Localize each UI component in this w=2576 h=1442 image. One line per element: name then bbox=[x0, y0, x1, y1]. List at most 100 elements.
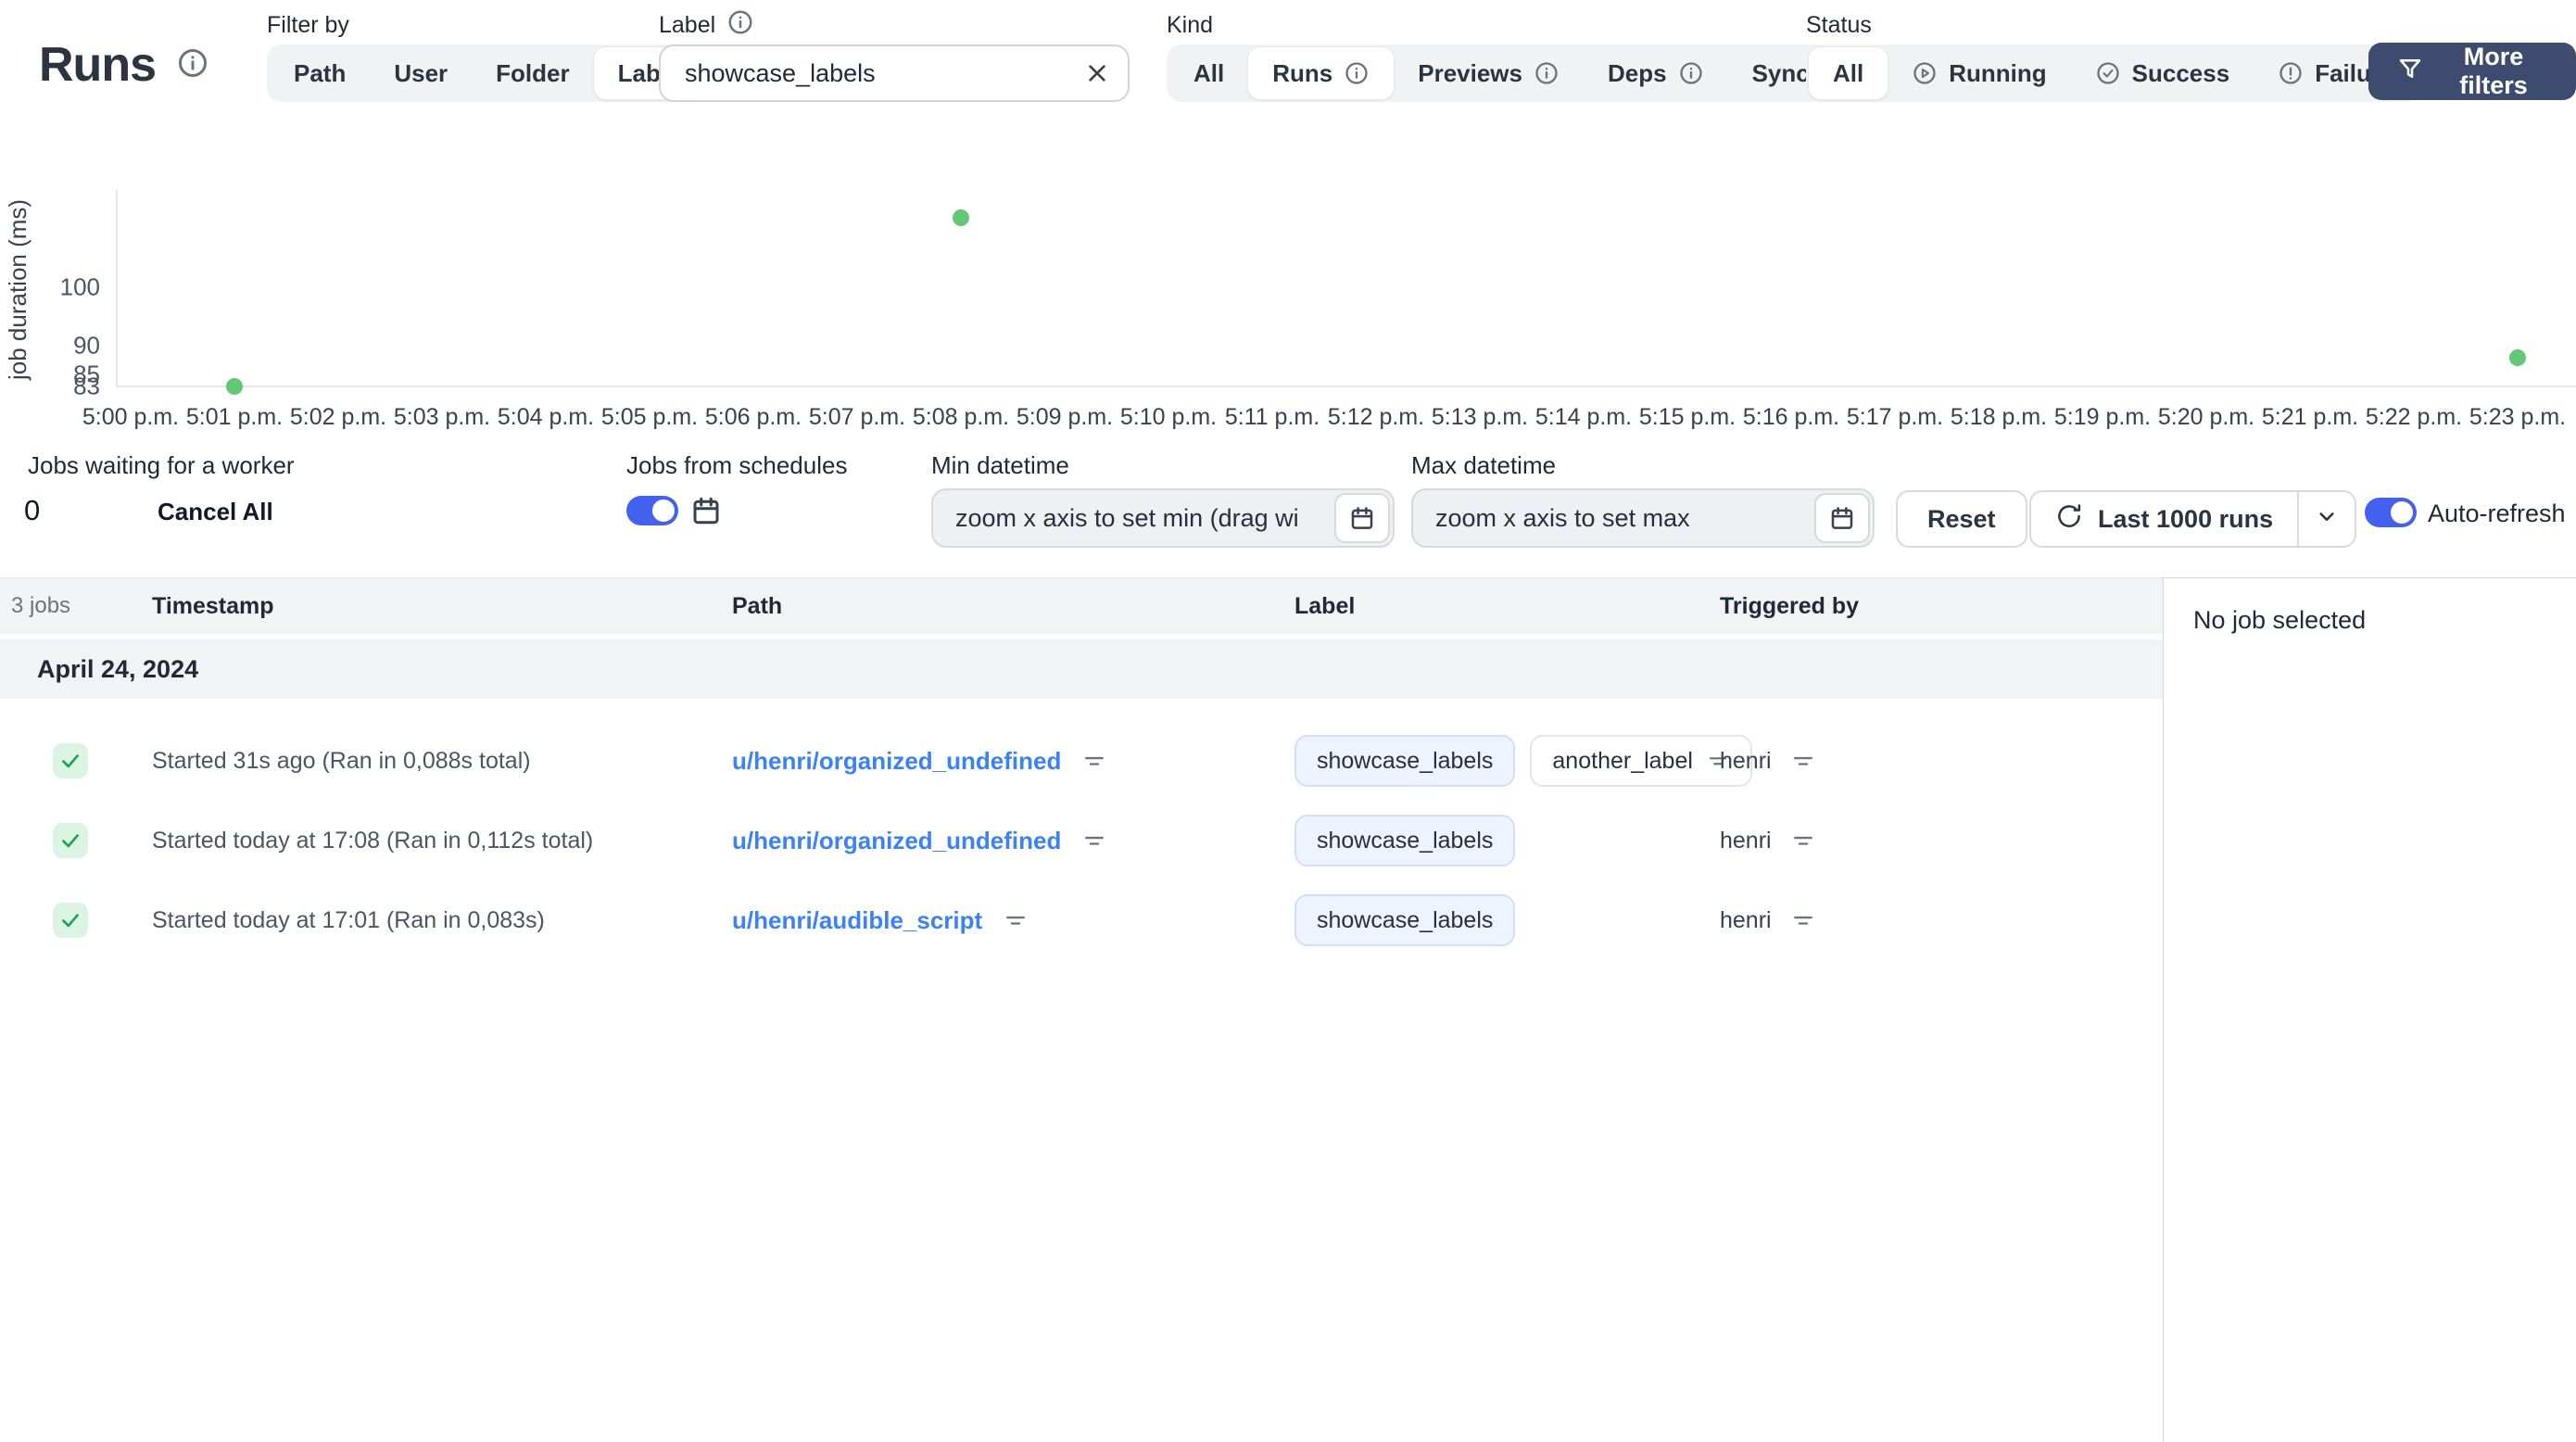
status-option-success[interactable]: Success bbox=[2071, 47, 2254, 99]
triggered-by-user: henri bbox=[1720, 747, 1772, 774]
success-status-badge bbox=[53, 903, 88, 938]
runs-count-picker: Last 1000 runs bbox=[2029, 490, 2357, 548]
x-tick-label: 5:06 p.m. bbox=[704, 404, 802, 430]
runs-chart[interactable]: job duration (ms) 100 90 85 83 5:00 p.m. 5:01… bbox=[0, 167, 2576, 445]
refresh-icon bbox=[2055, 502, 2083, 537]
x-tick-label: 5:05 p.m. bbox=[600, 404, 699, 430]
info-icon bbox=[1679, 62, 1702, 84]
x-tick-label: 5:09 p.m. bbox=[1016, 404, 1114, 430]
kind-option-all[interactable]: All bbox=[1169, 47, 1248, 99]
success-status-badge bbox=[53, 823, 88, 858]
filter-by-option-user[interactable]: User bbox=[370, 47, 472, 99]
table-row[interactable]: Started today at 17:01 (Ran in 0,083s) u/… bbox=[0, 880, 2163, 960]
x-tick-label: 5:12 p.m. bbox=[1327, 404, 1425, 430]
filter-by-path-button[interactable] bbox=[1081, 828, 1107, 854]
filter-by-path-button[interactable] bbox=[1003, 907, 1029, 933]
status-option-running[interactable]: Running bbox=[1888, 47, 2070, 99]
funnel-icon bbox=[2399, 58, 2421, 78]
play-circle-icon bbox=[1913, 62, 1936, 84]
run-data-point[interactable] bbox=[226, 378, 243, 395]
more-filters-button[interactable]: More filters bbox=[2368, 43, 2576, 100]
filter-by-user-button[interactable] bbox=[1790, 828, 1816, 854]
kind-option-previews[interactable]: Previews bbox=[1394, 47, 1584, 99]
date-group-row: April 24, 2024 bbox=[0, 639, 2163, 699]
table-row[interactable]: Started 31s ago (Ran in 0,088s total) u/h… bbox=[0, 721, 2163, 801]
runs-count-dropdown-button[interactable] bbox=[2299, 492, 2355, 546]
schedules-calendar-icon[interactable] bbox=[689, 494, 723, 530]
label-chip[interactable]: showcase_labels bbox=[1294, 735, 1516, 787]
x-tick-label: 5:00 p.m. bbox=[82, 404, 180, 430]
status-label: Status bbox=[1806, 11, 1872, 38]
chevron-down-icon bbox=[2313, 502, 2341, 537]
chart-y-axis-label: job duration (ms) bbox=[4, 198, 32, 380]
filter-by-segmented: Path User Folder Label bbox=[267, 44, 708, 102]
run-path-link[interactable]: u/henri/audible_script bbox=[732, 906, 982, 935]
refresh-icon bbox=[2058, 503, 2081, 527]
label-filter-input[interactable] bbox=[659, 44, 1130, 102]
kind-option-deps[interactable]: Deps bbox=[1584, 47, 1728, 99]
label-info-icon[interactable] bbox=[726, 8, 754, 43]
filter-lines-icon bbox=[1006, 916, 1026, 925]
filter-lines-icon bbox=[1085, 836, 1105, 845]
min-datetime-input[interactable] bbox=[931, 488, 1395, 548]
cancel-all-button[interactable]: Cancel All bbox=[158, 498, 273, 526]
check-icon bbox=[62, 914, 79, 928]
jobs-count-label: 3 jobs bbox=[11, 593, 71, 618]
filter-lines-icon bbox=[1793, 916, 1812, 925]
job-detail-panel: No job selected bbox=[2163, 577, 2576, 1442]
info-icon bbox=[179, 48, 207, 77]
jobs-from-schedules-label: Jobs from schedules bbox=[626, 451, 848, 479]
jobs-waiting-label: Jobs waiting for a worker bbox=[28, 451, 295, 479]
filter-by-path-button[interactable] bbox=[1081, 748, 1107, 774]
run-timestamp: Started today at 17:08 (Ran in 0,112s to… bbox=[152, 827, 594, 854]
filter-lines-icon bbox=[1793, 756, 1812, 765]
run-path-link[interactable]: u/henri/organized_undefined bbox=[732, 827, 1061, 855]
filter-lines-icon bbox=[1085, 756, 1105, 765]
kind-label: Kind bbox=[1167, 11, 1214, 38]
jobs-from-schedules-toggle[interactable] bbox=[626, 496, 678, 525]
max-datetime-input[interactable] bbox=[1411, 488, 1875, 548]
auto-refresh-label: Auto-refresh bbox=[2428, 500, 2566, 527]
runs-info-icon[interactable] bbox=[176, 46, 209, 84]
x-tick-label: 5:22 p.m. bbox=[2365, 404, 2463, 430]
x-tick-label: 5:21 p.m. bbox=[2261, 404, 2359, 430]
label-filter-group: Label bbox=[659, 9, 1130, 102]
status-segmented: All Running Success Failure bbox=[1806, 44, 2421, 102]
x-tick-label: 5:23 p.m. bbox=[2469, 404, 2567, 430]
status-option-all[interactable]: All bbox=[1809, 47, 1888, 99]
run-data-point[interactable] bbox=[2509, 348, 2526, 366]
chart-y-axis-line bbox=[116, 190, 118, 387]
clear-label-filter-button[interactable] bbox=[1081, 57, 1113, 89]
calendar-icon bbox=[693, 497, 719, 525]
filter-by-option-folder[interactable]: Folder bbox=[472, 47, 593, 99]
chevron-down-icon bbox=[2319, 512, 2334, 521]
max-datetime-calendar-button[interactable] bbox=[1814, 493, 1870, 543]
column-header-triggered-by: Triggered by bbox=[1720, 592, 1860, 619]
x-tick-label: 5:13 p.m. bbox=[1431, 404, 1529, 430]
y-tick-label: 83 bbox=[73, 372, 100, 400]
x-tick-label: 5:04 p.m. bbox=[497, 404, 595, 430]
jobs-waiting-count: 0 bbox=[24, 494, 41, 526]
filter-by-user-button[interactable] bbox=[1790, 748, 1816, 774]
column-header-timestamp: Timestamp bbox=[152, 592, 274, 619]
label-chip[interactable]: showcase_labels bbox=[1294, 894, 1516, 946]
label-chip[interactable]: showcase_labels bbox=[1294, 815, 1516, 866]
runs-table: 3 jobs Timestamp Path Label Triggered by… bbox=[0, 577, 2163, 1442]
filter-by-user-button[interactable] bbox=[1790, 907, 1816, 933]
label-filter-label: Label bbox=[659, 11, 716, 38]
reset-button[interactable]: Reset bbox=[1896, 490, 2027, 548]
x-tick-label: 5:11 p.m. bbox=[1224, 404, 1320, 430]
runs-page: Runs Filter by Path User Folder Label Label… bbox=[0, 0, 2576, 1442]
run-path-link[interactable]: u/henri/organized_undefined bbox=[732, 747, 1061, 776]
auto-refresh-toggle[interactable] bbox=[2365, 498, 2417, 527]
min-datetime-calendar-button[interactable] bbox=[1334, 493, 1390, 543]
x-tick-label: 5:16 p.m. bbox=[1742, 404, 1840, 430]
success-status-badge bbox=[53, 743, 88, 778]
run-data-point[interactable] bbox=[953, 209, 969, 226]
filter-by-option-path[interactable]: Path bbox=[270, 47, 370, 99]
info-icon bbox=[728, 10, 752, 33]
kind-option-runs[interactable]: Runs bbox=[1248, 47, 1395, 99]
table-row[interactable]: Started today at 17:08 (Ran in 0,112s to… bbox=[0, 801, 2163, 880]
x-tick-label: 5:10 p.m. bbox=[1119, 404, 1218, 430]
runs-count-refresh-button[interactable]: Last 1000 runs bbox=[2031, 492, 2297, 546]
